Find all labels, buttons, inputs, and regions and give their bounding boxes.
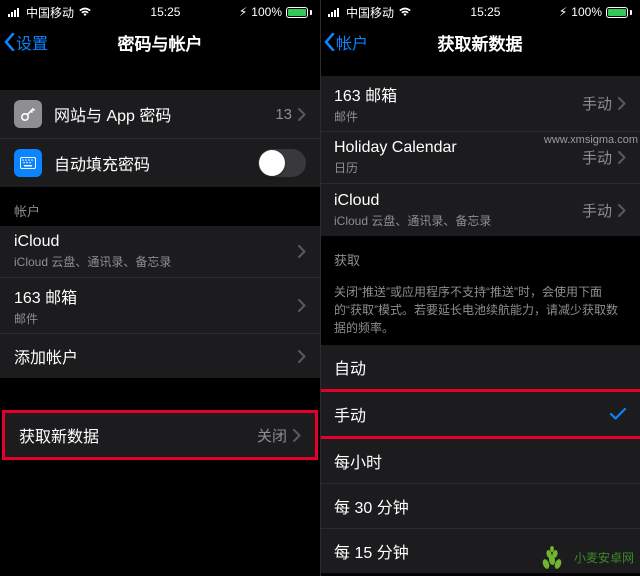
back-label: 设置 bbox=[16, 30, 48, 54]
status-time: 15:25 bbox=[150, 5, 180, 19]
carrier-label: 中国移动 bbox=[26, 4, 74, 21]
chevron-right-icon bbox=[618, 151, 626, 164]
row-option-manual[interactable]: 手动 bbox=[320, 392, 640, 436]
row-title: 每小时 bbox=[334, 449, 626, 473]
autofill-switch[interactable] bbox=[258, 149, 306, 177]
battery-icon bbox=[286, 7, 312, 18]
nav-bar: 设置 密码与帐户 bbox=[0, 22, 320, 62]
row-title: 每 15 分钟 bbox=[334, 539, 626, 563]
charging-icon: ⚡︎ bbox=[559, 5, 567, 19]
row-title: 获取新数据 bbox=[19, 423, 257, 447]
phone-right-fetch: 中国移动 15:25 ⚡︎ 100% 帐户 获取新数据 163 邮箱 邮件 bbox=[320, 0, 640, 576]
row-title: Holiday Calendar bbox=[334, 139, 582, 157]
chevron-right-icon bbox=[293, 429, 301, 442]
section-header-fetch: 获取 bbox=[320, 236, 640, 275]
row-fetch-account-holiday[interactable]: Holiday Calendar 日历 手动 bbox=[320, 132, 640, 184]
row-account-icloud[interactable]: iCloud iCloud 云盘、通讯录、备忘录 bbox=[0, 226, 320, 278]
status-bar: 中国移动 15:25 ⚡︎ 100% bbox=[320, 0, 640, 22]
chevron-right-icon bbox=[298, 299, 306, 312]
highlighted-fetch-row: 获取新数据 关闭 bbox=[2, 410, 318, 460]
back-button[interactable]: 设置 bbox=[0, 30, 48, 54]
chevron-right-icon bbox=[298, 108, 306, 121]
row-option-auto[interactable]: 自动 bbox=[320, 345, 640, 389]
chevron-left-icon bbox=[4, 33, 16, 51]
row-subtitle: iCloud 云盘、通讯录、备忘录 bbox=[334, 212, 582, 229]
row-title: 163 邮箱 bbox=[14, 284, 298, 308]
back-button[interactable]: 帐户 bbox=[320, 30, 368, 54]
row-fetch-new-data[interactable]: 获取新数据 关闭 bbox=[5, 413, 315, 457]
row-fetch-account-icloud[interactable]: iCloud iCloud 云盘、通讯录、备忘录 手动 bbox=[320, 184, 640, 236]
chevron-right-icon bbox=[618, 97, 626, 110]
nav-bar: 帐户 获取新数据 bbox=[320, 22, 640, 62]
row-title: 每 30 分钟 bbox=[334, 494, 626, 518]
key-icon bbox=[14, 100, 42, 128]
carrier-label: 中国移动 bbox=[346, 4, 394, 21]
row-detail: 手动 bbox=[582, 93, 612, 114]
row-title: iCloud bbox=[14, 233, 298, 251]
charging-icon: ⚡︎ bbox=[239, 5, 247, 19]
battery-pct: 100% bbox=[571, 5, 602, 19]
checkmark-icon bbox=[610, 408, 626, 420]
battery-icon bbox=[606, 7, 632, 18]
row-detail: 13 bbox=[275, 106, 292, 123]
row-account-163[interactable]: 163 邮箱 邮件 bbox=[0, 278, 320, 334]
row-title: 自动填充密码 bbox=[54, 151, 258, 175]
row-website-passwords[interactable]: 网站与 App 密码 13 bbox=[0, 90, 320, 139]
signal-bars-icon bbox=[328, 7, 342, 17]
chevron-right-icon bbox=[298, 350, 306, 363]
row-option-hourly[interactable]: 每小时 bbox=[320, 439, 640, 484]
row-detail: 关闭 bbox=[257, 425, 287, 446]
chevron-right-icon bbox=[618, 204, 626, 217]
chevron-right-icon bbox=[298, 245, 306, 258]
row-subtitle: iCloud 云盘、通讯录、备忘录 bbox=[14, 253, 298, 270]
battery-pct: 100% bbox=[251, 5, 282, 19]
phone-left-passwords: 中国移动 15:25 ⚡︎ 100% 设置 密码与帐户 网站与 App 密码 1… bbox=[0, 0, 320, 576]
row-title: 163 邮箱 bbox=[334, 82, 582, 106]
wifi-icon bbox=[398, 7, 412, 17]
row-subtitle: 日历 bbox=[334, 159, 582, 176]
row-autofill[interactable]: 自动填充密码 bbox=[0, 139, 320, 187]
status-bar: 中国移动 15:25 ⚡︎ 100% bbox=[0, 0, 320, 22]
signal-bars-icon bbox=[8, 7, 22, 17]
back-label: 帐户 bbox=[336, 30, 368, 54]
row-title: 手动 bbox=[334, 402, 610, 426]
highlighted-manual-row: 手动 bbox=[320, 389, 640, 439]
row-title: 添加帐户 bbox=[14, 344, 298, 368]
section-footer-fetch: 关闭“推送”或应用程序不支持“推送”时，会使用下面的“获取”模式。若要延长电池续… bbox=[320, 275, 640, 345]
row-option-15min[interactable]: 每 15 分钟 bbox=[320, 529, 640, 573]
row-subtitle: 邮件 bbox=[334, 108, 582, 125]
row-add-account[interactable]: 添加帐户 bbox=[0, 334, 320, 378]
wifi-icon bbox=[78, 7, 92, 17]
keyboard-icon bbox=[14, 149, 42, 177]
chevron-left-icon bbox=[324, 33, 336, 51]
row-title: 网站与 App 密码 bbox=[54, 102, 275, 126]
status-time: 15:25 bbox=[470, 5, 500, 19]
row-title: 自动 bbox=[334, 355, 626, 379]
row-detail: 手动 bbox=[582, 147, 612, 168]
section-header-accounts: 帐户 bbox=[0, 187, 320, 226]
row-detail: 手动 bbox=[582, 200, 612, 221]
row-option-30min[interactable]: 每 30 分钟 bbox=[320, 484, 640, 529]
row-title: iCloud bbox=[334, 192, 582, 210]
row-fetch-account-163[interactable]: 163 邮箱 邮件 手动 bbox=[320, 76, 640, 132]
row-subtitle: 邮件 bbox=[14, 310, 298, 327]
